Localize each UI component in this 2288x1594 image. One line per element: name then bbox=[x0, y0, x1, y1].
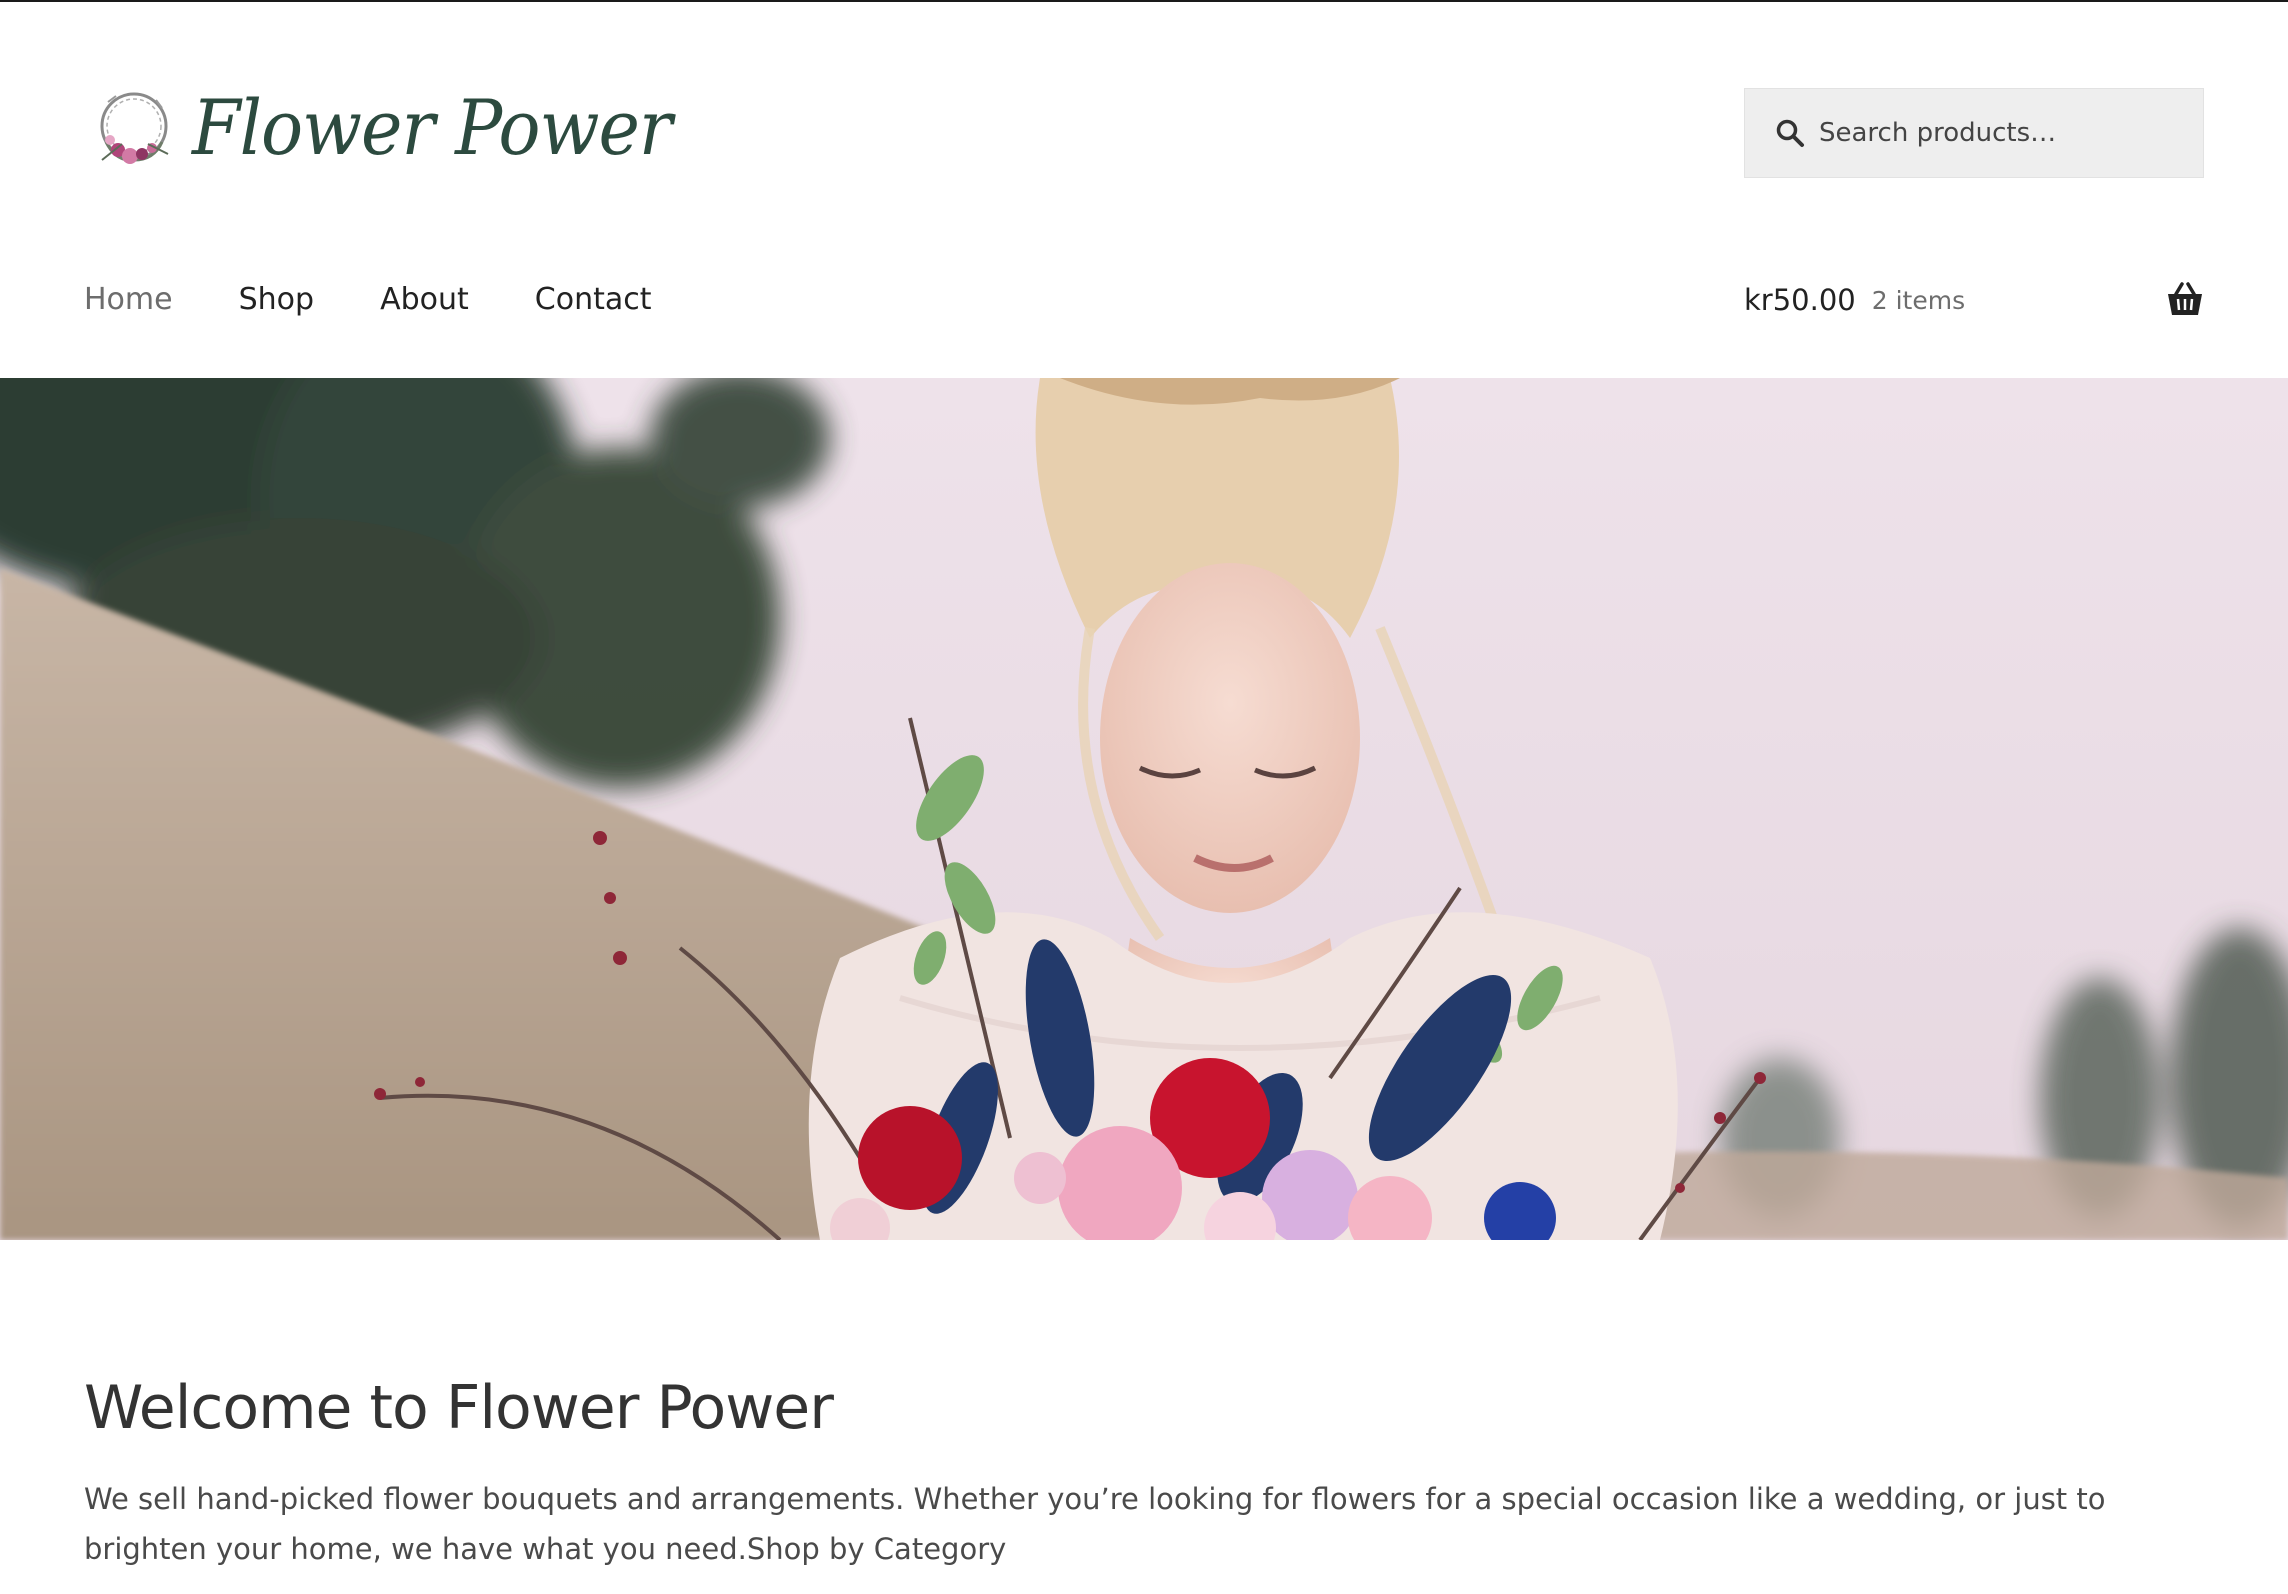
product-search[interactable] bbox=[1744, 88, 2204, 178]
site-header: Flower Power Home Shop About Contact kr5… bbox=[0, 2, 2288, 378]
cart-summary-link[interactable]: kr50.00 2 items bbox=[1744, 278, 2204, 322]
cart-amount: kr50.00 bbox=[1744, 283, 1856, 317]
basket-icon bbox=[2168, 282, 2202, 315]
search-icon bbox=[1776, 119, 1804, 147]
main-content: Welcome to Flower Power We sell hand-pic… bbox=[84, 1372, 2204, 1574]
nav-item-about[interactable]: About bbox=[380, 278, 469, 322]
search-input[interactable] bbox=[1819, 118, 2199, 148]
page: Flower Power Home Shop About Contact kr5… bbox=[0, 0, 2288, 1594]
wreath-logo-icon bbox=[100, 92, 169, 164]
hero-image-bride-with-bouquet bbox=[0, 378, 2288, 1240]
site-logo-link[interactable]: Flower Power bbox=[88, 82, 672, 174]
page-title: Welcome to Flower Power bbox=[84, 1373, 834, 1443]
nav-item-home[interactable]: Home bbox=[84, 278, 173, 322]
intro-paragraph: We sell hand-picked flower bouquets and … bbox=[84, 1482, 2106, 1566]
nav-item-contact[interactable]: Contact bbox=[535, 278, 652, 322]
nav-item-shop[interactable]: Shop bbox=[239, 278, 314, 322]
site-logo-text: Flower Power bbox=[192, 83, 672, 173]
hero-banner bbox=[0, 378, 2288, 1240]
primary-nav: Home Shop About Contact bbox=[84, 278, 717, 322]
cart-item-count: 2 items bbox=[1871, 285, 1966, 315]
